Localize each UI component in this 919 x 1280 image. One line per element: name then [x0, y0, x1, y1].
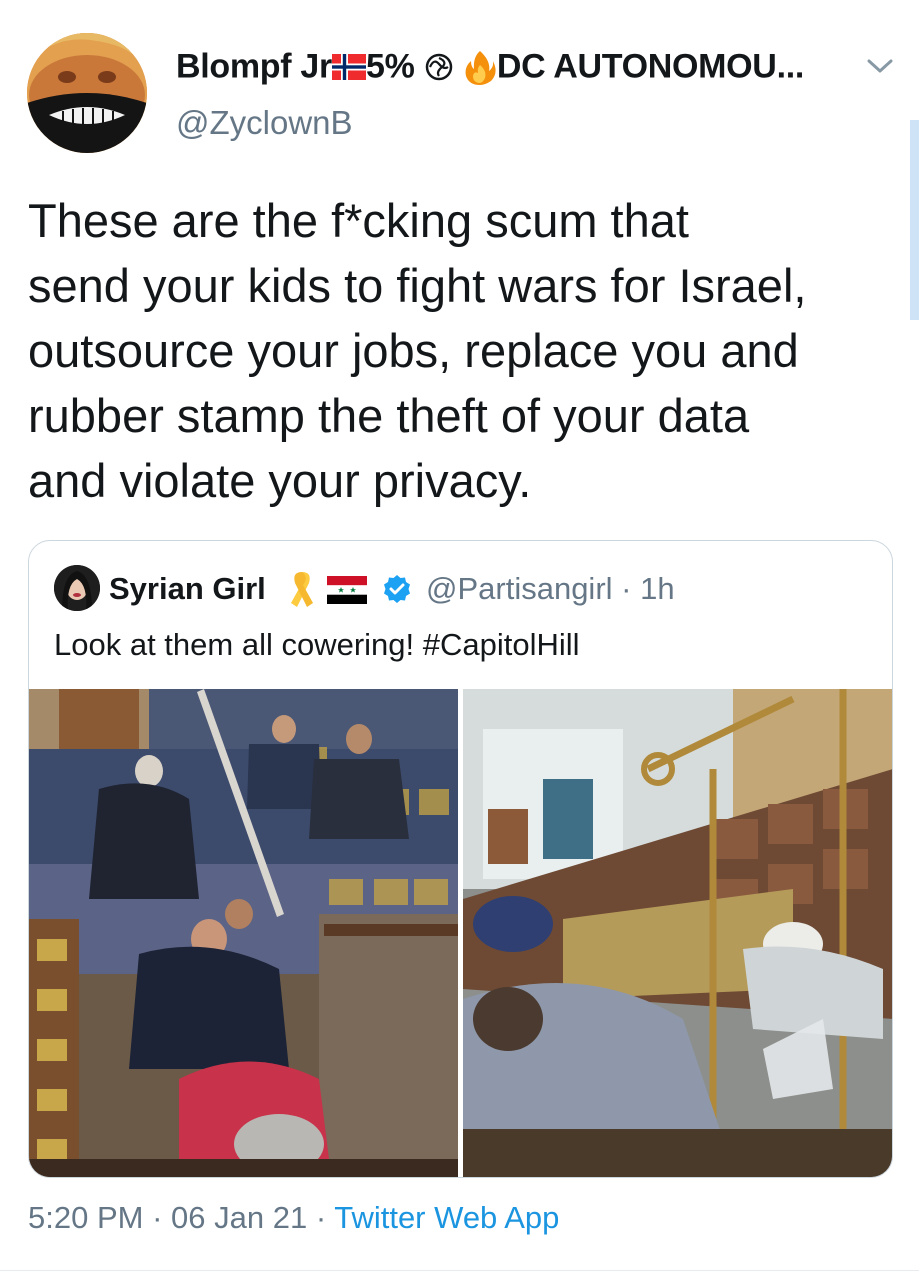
people-crouching-in-chamber-photo — [29, 689, 458, 1177]
spiral-symbol-icon — [425, 53, 452, 81]
tweet-text: These are the f*cking scum that send you… — [28, 194, 807, 507]
tweet-date[interactable]: 06 Jan 21 — [171, 1200, 307, 1235]
syria-flag-icon — [327, 576, 367, 604]
verified-badge-icon — [384, 575, 410, 603]
quoted-author-avatar[interactable] — [54, 565, 100, 611]
quoted-meta: @Partisangirl · 1h — [426, 571, 675, 607]
chevron-down-icon — [867, 59, 893, 73]
divider — [0, 1270, 919, 1271]
quoted-image-2[interactable] — [463, 689, 892, 1177]
tweet-time[interactable]: 5:20 PM — [28, 1200, 143, 1235]
tweet-menu-button[interactable] — [864, 52, 896, 80]
people-lying-between-seats-photo — [463, 689, 892, 1177]
quoted-author-name[interactable]: Syrian Girl — [109, 571, 266, 607]
author-name-tail: DC AUTONOMOU... — [496, 47, 805, 86]
quoted-tweet-card[interactable]: Syrian Girl @Partisangirl · 1h Look at t… — [28, 540, 893, 1178]
author-handle[interactable]: @ZyclownB — [176, 104, 353, 142]
tweet-header: Blompf Jr 5% DC AUTONOMOU... @ZyclownB — [0, 0, 919, 170]
quoted-time-ago[interactable]: 1h — [640, 571, 674, 606]
author-avatar[interactable] — [27, 33, 147, 153]
yellow-ribbon-icon — [291, 572, 313, 607]
scrollbar[interactable] — [910, 120, 919, 320]
footer-separator-2: · — [315, 1200, 327, 1235]
fire-emoji-icon — [465, 51, 496, 86]
meta-separator: · — [621, 571, 632, 606]
masked-face-avatar-icon — [27, 33, 147, 153]
quoted-author-handle[interactable]: @Partisangirl — [426, 571, 613, 606]
quoted-avatar-icon — [54, 565, 100, 611]
author-name-suffix: 5% — [365, 47, 415, 86]
quoted-image-1[interactable] — [29, 689, 458, 1177]
tweet-source-link[interactable]: Twitter Web App — [334, 1200, 559, 1235]
norway-flag-icon — [331, 54, 366, 81]
tweet-footer: 5:20 PM · 06 Jan 21 · Twitter Web App — [28, 1200, 559, 1236]
footer-separator-1: · — [152, 1200, 163, 1235]
author-display-name[interactable]: Blompf Jr 5% DC AUTONOMOU... — [176, 46, 804, 87]
author-name-text: Blompf Jr — [176, 47, 332, 86]
quoted-tweet-text: Look at them all cowering! #CapitolHill — [54, 627, 580, 662]
